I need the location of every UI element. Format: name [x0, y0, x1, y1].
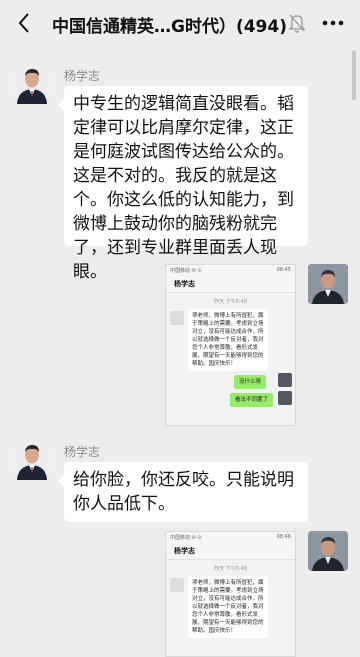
screenshot-incoming-message: 项老师，微博上有所冒犯，属于策略上的需要。考虑到立场对立，没有可能达成合作，所以… [188, 309, 268, 371]
screenshot-incoming-message: 项老师，微博上有所冒犯，属于策略上的需要。考虑到立场对立，没有可能达成合作，所以… [188, 576, 268, 638]
mute-bell-icon [288, 13, 306, 33]
chat-title: 中国信通精英…G时代）(494) [52, 17, 287, 37]
message-bubble[interactable]: 给你脸，你还反咬。只能说明你人品低下。 [58, 462, 308, 522]
status-bar: 中国移动 ✉ ⊙ 08:46 [166, 532, 295, 542]
sender-name: 杨学志 [64, 69, 101, 83]
more-options-icon[interactable] [320, 13, 346, 33]
self-avatar[interactable] [308, 264, 348, 304]
message-bubble[interactable]: 中专生的逻辑简直没眼看。韬定律可以比肩摩尔定律，这正是何庭波试图传达给公众的。这… [58, 86, 308, 282]
screenshot-image[interactable]: 中国移动 ✉ ⊙ 08:45 杨学志 昨天 下午5:48 项老师，微博上有所冒犯，… [165, 264, 296, 426]
mini-avatar [278, 373, 292, 387]
back-arrow-icon[interactable] [12, 9, 36, 37]
status-bar: 中国移动 ✉ ⊙ 08:45 [166, 265, 295, 275]
screenshot-chat-title: 杨学志 [166, 542, 295, 560]
screenshot-outgoing-message: 没什么呀 [234, 375, 267, 389]
self-avatar[interactable] [308, 531, 348, 571]
screenshot-image[interactable]: 中国移动 ✉ ⊙ 08:46 杨学志 昨天 下午5:48 项老师，微博上有所冒犯，… [165, 531, 296, 657]
sender-name: 杨学志 [64, 445, 101, 459]
screenshot-timestamp: 昨天 下午5:48 [214, 299, 247, 305]
sender-avatar[interactable] [12, 64, 52, 104]
screenshot-chat-title: 杨学志 [166, 275, 295, 293]
screenshot-timestamp: 昨天 下午5:48 [214, 566, 247, 572]
top-bar: 中国信通精英…G时代）(494) [0, 0, 360, 46]
screenshot-outgoing-message: 看法不同罢了 [230, 393, 274, 407]
mini-avatar [278, 391, 292, 405]
sender-avatar[interactable] [12, 440, 52, 480]
mini-avatar [170, 578, 184, 592]
mini-avatar [170, 311, 184, 325]
scrollbar[interactable] [352, 50, 356, 100]
